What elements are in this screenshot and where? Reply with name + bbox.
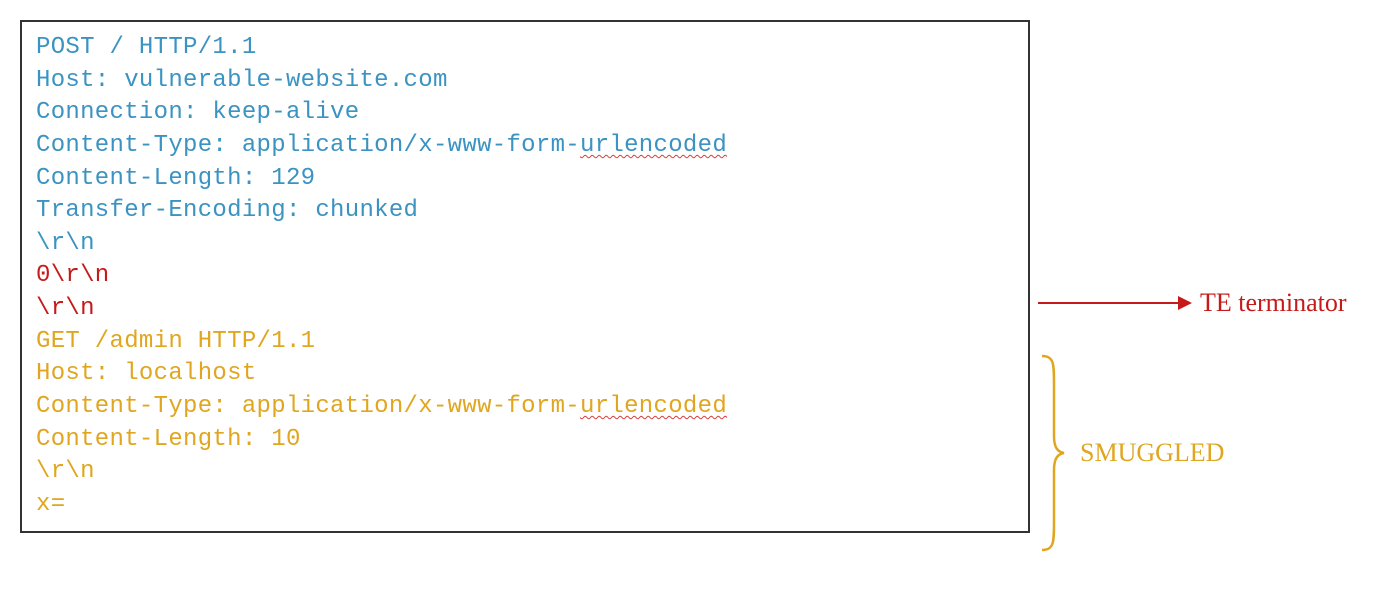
arrow-line-icon [1038,302,1178,304]
request-line-method: POST / HTTP/1.1 [36,32,1014,65]
smuggled-line-content-length: Content-Length: 10 [36,424,1014,457]
arrow-head-icon [1178,296,1192,310]
request-line-transfer-encoding: Transfer-Encoding: chunked [36,195,1014,228]
smuggled-line-content-type: Content-Type: application/x-www-form-url… [36,391,1014,424]
http-request-box: POST / HTTP/1.1 Host: vulnerable-website… [20,20,1030,533]
smuggled-line-method: GET /admin HTTP/1.1 [36,326,1014,359]
request-line-content-type: Content-Type: application/x-www-form-url… [36,130,1014,163]
request-line-host: Host: vulnerable-website.com [36,65,1014,98]
te-terminator-label: TE terminator [1200,288,1347,318]
request-line-crlf: \r\n [36,228,1014,261]
smuggled-line-crlf: \r\n [36,456,1014,489]
request-line-connection: Connection: keep-alive [36,97,1014,130]
curly-brace-icon [1038,354,1066,552]
smuggled-label: SMUGGLED [1080,438,1224,468]
diagram-container: POST / HTTP/1.1 Host: vulnerable-website… [20,20,1380,533]
terminator-line-crlf: \r\n [36,293,1014,326]
underlined-urlencoded: urlencoded [580,132,727,159]
te-terminator-annotation: TE terminator [1038,288,1347,318]
underlined-urlencoded: urlencoded [580,393,727,420]
smuggled-line-body: x= [36,489,1014,522]
request-line-content-length: Content-Length: 129 [36,163,1014,196]
smuggled-annotation: SMUGGLED [1038,354,1224,552]
terminator-line-zero: 0\r\n [36,260,1014,293]
smuggled-line-host: Host: localhost [36,358,1014,391]
